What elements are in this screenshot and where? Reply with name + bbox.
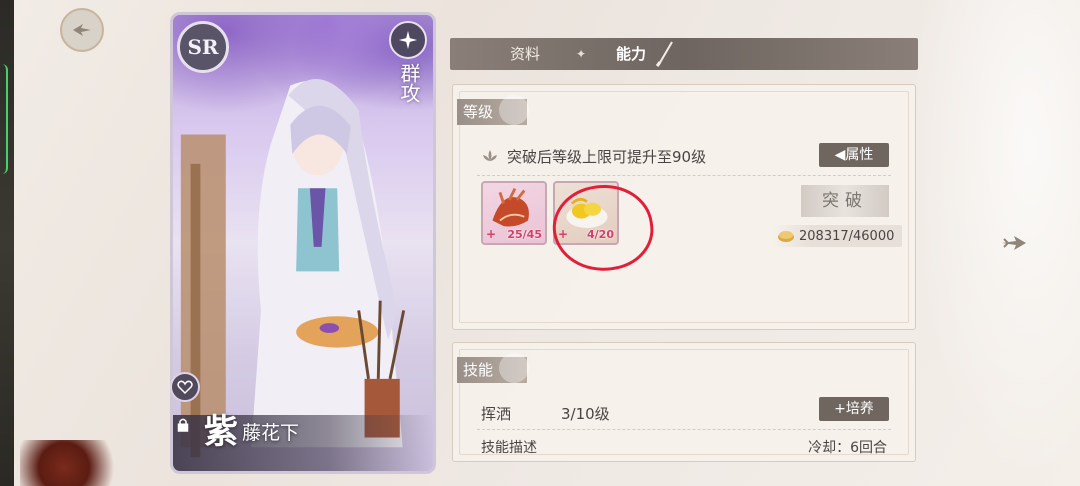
rose-emblem: [499, 95, 529, 125]
tab-profile[interactable]: 资料: [510, 38, 540, 70]
tab-bar: 资料 ✦ 能力: [450, 38, 918, 70]
left-edge-glow: [0, 64, 8, 174]
divider: [477, 429, 891, 430]
material-slot-shell[interactable]: + 25/45: [481, 181, 547, 245]
next-arrow-icon[interactable]: [998, 228, 1030, 258]
train-button[interactable]: +培养: [819, 397, 889, 421]
breakthrough-info-text: 突破后等级上限可提升至90级: [507, 148, 707, 166]
back-button[interactable]: [60, 8, 104, 52]
coin-cost-text: 208317/46000: [799, 228, 895, 244]
back-arrow-small-icon: ◀: [834, 147, 846, 163]
attributes-button[interactable]: ◀属性: [819, 143, 889, 167]
character-illustration: [180, 78, 406, 458]
add-material-icon: +: [486, 227, 497, 241]
breakthrough-button[interactable]: 突破: [801, 185, 889, 217]
level-panel: 等级 突破后等级上限可提升至90级 ◀属性 + 25/45 + 4/20 突破: [452, 84, 916, 330]
train-button-label: 培养: [845, 401, 874, 417]
lotus-icon: [483, 150, 497, 161]
tab-ability[interactable]: 能力: [616, 38, 646, 70]
attack-type-label: 群攻: [397, 63, 421, 103]
rose-emblem: [499, 353, 529, 383]
skill-description-label: 技能描述: [481, 440, 537, 456]
card-name-sub: 藤花下: [242, 422, 300, 444]
tab-separator: ✦: [576, 47, 587, 61]
background-decoration: [910, 0, 1080, 486]
card-name-main: 紫: [204, 412, 238, 452]
coin-icon: [778, 231, 794, 242]
plus-icon: +: [834, 401, 846, 417]
skill-cooldown: 冷却：6回合: [808, 440, 887, 456]
rarity-badge: SR: [177, 21, 229, 73]
skill-name: 挥洒: [481, 405, 512, 423]
divider: [477, 175, 891, 176]
skill-level: 3/10级: [561, 405, 610, 423]
lock-icon[interactable]: [172, 414, 194, 436]
coin-cost-row: 208317/46000: [773, 225, 903, 247]
heart-icon[interactable]: [170, 372, 200, 402]
material-count: 25/45: [507, 228, 542, 241]
skill-panel: 技能 挥洒 3/10级 +培养 技能描述 冷却：6回合: [452, 342, 916, 462]
attributes-button-label: 属性: [845, 147, 874, 163]
pen-icon: [655, 41, 673, 67]
emblem-icon: [389, 21, 427, 59]
back-arrow-icon: [73, 24, 91, 36]
rose-decoration: [20, 440, 130, 486]
